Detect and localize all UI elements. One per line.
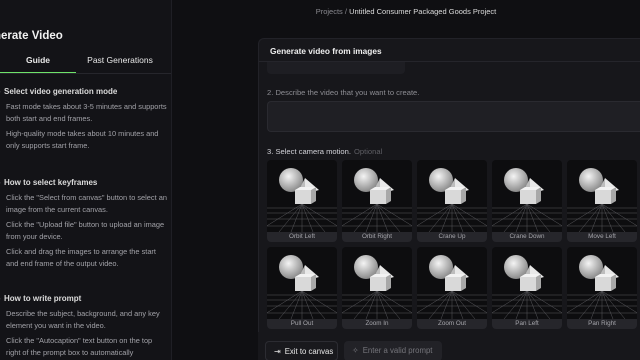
camera-motion-label: Pan Left xyxy=(515,320,539,327)
generate-button[interactable]: ✧ Enter a valid prompt xyxy=(344,341,442,360)
section-text: Fast mode takes about 3-5 minutes and su… xyxy=(6,102,167,123)
guide-section-keyframes: ›How to select keyframes Click the "Sele… xyxy=(0,178,171,270)
section-heading-text: Select video generation mode xyxy=(4,87,118,96)
guide-section-mode: ›Select video generation mode Fast mode … xyxy=(0,87,171,152)
guide-sidebar: nerate Video Guide Past Generations ›Sel… xyxy=(0,0,172,360)
section-text: Click the "Upload file" button to upload… xyxy=(6,220,165,241)
optional-tag: Optional xyxy=(354,147,383,156)
sparkle-icon: ✧ xyxy=(352,346,359,355)
camera-motion-thumbnail xyxy=(567,160,637,232)
camera-motion-thumbnail xyxy=(492,160,562,232)
camera-motion-thumbnail xyxy=(492,247,562,319)
camera-motion-thumbnail xyxy=(417,247,487,319)
section-heading[interactable]: ›Select video generation mode xyxy=(0,87,171,96)
generate-label: Enter a valid prompt xyxy=(362,346,433,355)
camera-motion-option[interactable]: Move Left xyxy=(567,160,637,242)
section-heading[interactable]: ›How to select keyframes xyxy=(0,178,171,187)
camera-motion-label: Move Left xyxy=(588,233,616,240)
exit-label: Exit to canvas xyxy=(284,347,334,356)
step3-label: 3. Select camera motion. Optional xyxy=(267,147,382,156)
section-heading-text: How to select keyframes xyxy=(4,178,98,187)
panel-title: Generate video from images xyxy=(259,39,640,62)
camera-motion-label: Zoom In xyxy=(365,320,389,327)
breadcrumb-projects[interactable]: Projects xyxy=(316,7,343,16)
tab-past-generations[interactable]: Past Generations xyxy=(80,55,160,73)
camera-motion-label: Zoom Out xyxy=(438,320,466,327)
section-heading-text: How to write prompt xyxy=(4,294,82,303)
camera-motion-option[interactable]: Orbit Left xyxy=(267,160,337,242)
exit-to-canvas-button[interactable]: ⇥ Exit to canvas xyxy=(265,341,338,360)
exit-icon: ⇥ xyxy=(274,347,281,356)
breadcrumb-current: Untitled Consumer Packaged Goods Project xyxy=(349,7,497,16)
step3-label-text: 3. Select camera motion. xyxy=(267,147,351,156)
guide-section-prompt: ›How to write prompt Describe the subjec… xyxy=(0,294,171,359)
camera-motion-option[interactable]: Crane Down xyxy=(492,160,562,242)
camera-motion-option[interactable]: Pull Out xyxy=(267,247,337,329)
breadcrumb-separator: / xyxy=(344,7,347,16)
section-text: Click and drag the images to arrange the… xyxy=(6,247,156,268)
section-text: High-quality mode takes about 10 minutes… xyxy=(6,129,159,150)
panel-footer: ⇥ Exit to canvas ✧ Enter a valid prompt xyxy=(258,332,640,360)
camera-motion-thumbnail xyxy=(417,160,487,232)
camera-motion-thumbnail xyxy=(267,160,337,232)
camera-motion-thumbnail xyxy=(267,247,337,319)
step2-label: 2. Describe the video that you want to c… xyxy=(267,88,420,97)
section-text: Describe the subject, background, and an… xyxy=(6,309,160,330)
camera-motion-label: Crane Up xyxy=(438,233,466,240)
camera-motion-label: Pan Right xyxy=(588,320,616,327)
camera-motion-option[interactable]: Zoom In xyxy=(342,247,412,329)
camera-motion-option[interactable]: Pan Left xyxy=(492,247,562,329)
camera-motion-option[interactable]: Zoom Out xyxy=(417,247,487,329)
tabs-divider xyxy=(0,73,171,74)
section-text: Click the "Select from canvas" button to… xyxy=(6,193,167,214)
generate-panel: Generate video from images 2. Describe t… xyxy=(258,38,640,360)
breadcrumb: Projects / Untitled Consumer Packaged Go… xyxy=(172,0,640,24)
tab-guide[interactable]: Guide xyxy=(0,55,76,73)
sidebar-tabs: Guide Past Generations xyxy=(0,55,171,73)
prompt-input[interactable] xyxy=(267,101,640,132)
camera-motion-option[interactable]: Orbit Right xyxy=(342,160,412,242)
camera-motion-option[interactable]: Pan Right xyxy=(567,247,637,329)
section-text: Click the "Autocaption" text button on t… xyxy=(6,336,153,357)
camera-motion-thumbnail xyxy=(342,160,412,232)
camera-motion-label: Pull Out xyxy=(290,320,314,327)
camera-motion-label: Crane Down xyxy=(509,233,545,240)
sidebar-title: nerate Video xyxy=(0,30,63,42)
camera-motion-thumbnail xyxy=(342,247,412,319)
camera-motion-thumbnail xyxy=(567,247,637,319)
keyframe-area[interactable] xyxy=(267,62,405,74)
section-heading[interactable]: ›How to write prompt xyxy=(0,294,171,303)
camera-motion-option[interactable]: Crane Up xyxy=(417,160,487,242)
camera-motion-label: Orbit Left xyxy=(289,233,315,240)
camera-motion-label: Orbit Right xyxy=(361,233,393,240)
